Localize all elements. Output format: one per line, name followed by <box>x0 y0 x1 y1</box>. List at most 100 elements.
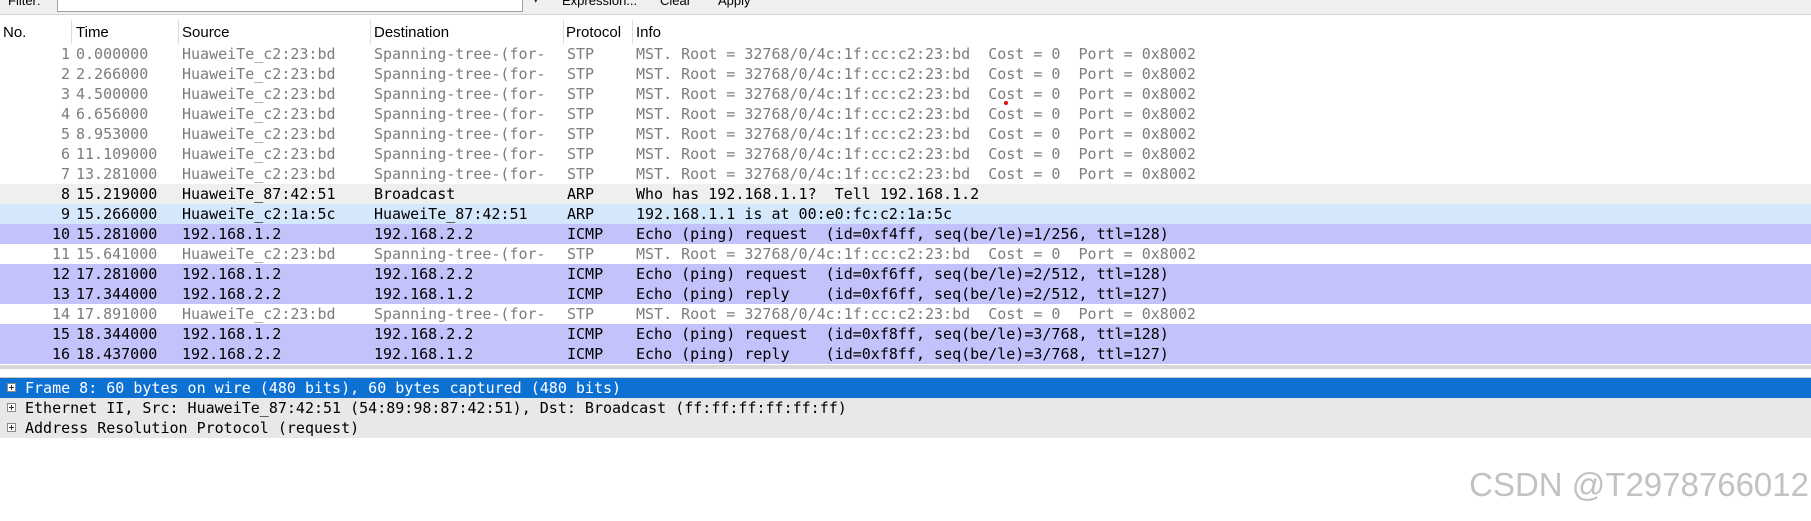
cell-destination: Broadcast <box>374 185 456 203</box>
detail-tree-item[interactable]: Address Resolution Protocol (request) <box>0 418 1811 438</box>
cell-source: 192.168.2.2 <box>182 285 282 303</box>
table-row[interactable]: 3 4.500000 HuaweiTe_c2:23:bd Spanning-tree-… <box>0 84 1811 104</box>
cell-source: HuaweiTe_c2:23:bd <box>182 65 336 83</box>
cell-no: 13 <box>51 285 70 303</box>
table-row[interactable]: 11 15.641000 HuaweiTe_c2:23:bd Spanning-tre… <box>0 244 1811 264</box>
table-row[interactable]: 8 15.219000 HuaweiTe_87:42:51 Broadcast ARP W… <box>0 184 1811 204</box>
cell-protocol: STP <box>567 125 595 143</box>
cell-info: MST. Root = 32768/0/4c:1f:cc:c2:23:bd Co… <box>636 45 1196 63</box>
table-row[interactable]: 2 2.266000 HuaweiTe_c2:23:bd Spanning-tree-… <box>0 64 1811 84</box>
cell-destination: Spanning-tree-(for- <box>374 65 546 83</box>
filter-input[interactable] <box>57 0 523 12</box>
cell-source: HuaweiTe_c2:1a:5c <box>182 205 336 223</box>
detail-tree-item[interactable]: Frame 8: 60 bytes on wire (480 bits), 60… <box>0 378 1811 398</box>
cell-destination: Spanning-tree-(for- <box>374 45 546 63</box>
pane-splitter[interactable] <box>0 365 1811 369</box>
cell-destination: Spanning-tree-(for- <box>374 85 546 103</box>
cell-protocol: STP <box>567 245 595 263</box>
cell-protocol: STP <box>567 145 595 163</box>
table-row[interactable]: 12 17.281000 192.168.1.2 192.168.2.2 ICMP Ech… <box>0 264 1811 284</box>
column-header-time[interactable]: Time <box>76 24 109 41</box>
expression-button[interactable]: Expression... <box>562 0 637 8</box>
cell-time: 15.641000 <box>76 245 158 263</box>
clear-button[interactable]: Clear <box>660 0 691 8</box>
cell-no: 11 <box>51 245 70 263</box>
cell-destination: 192.168.2.2 <box>374 265 474 283</box>
table-row[interactable]: 1 0.000000 HuaweiTe_c2:23:bd Spanning-tree-… <box>0 44 1811 64</box>
cell-time: 8.953000 <box>76 125 149 143</box>
cell-no: 6 <box>60 145 70 163</box>
detail-tree-label: Ethernet II, Src: HuaweiTe_87:42:51 (54:… <box>25 399 847 417</box>
detail-tree-item[interactable]: Ethernet II, Src: HuaweiTe_87:42:51 (54:… <box>0 398 1811 418</box>
cell-source: HuaweiTe_c2:23:bd <box>182 245 336 263</box>
table-row[interactable]: 10 15.281000 192.168.1.2 192.168.2.2 ICMP Ech… <box>0 224 1811 244</box>
cell-protocol: STP <box>567 45 595 63</box>
column-divider[interactable] <box>563 20 564 44</box>
cell-no: 1 <box>60 45 70 63</box>
cell-source: HuaweiTe_c2:23:bd <box>182 45 336 63</box>
column-divider[interactable] <box>370 20 371 44</box>
cell-no: 15 <box>51 325 70 343</box>
column-header-no[interactable]: No. <box>3 24 26 41</box>
cell-no: 3 <box>60 85 70 103</box>
cell-info: Echo (ping) reply (id=0xf8ff, seq(be/le)… <box>636 345 1169 363</box>
cell-protocol: STP <box>567 85 595 103</box>
cell-destination: 192.168.2.2 <box>374 325 474 343</box>
column-header-destination[interactable]: Destination <box>374 24 449 41</box>
cell-no: 7 <box>60 165 70 183</box>
cell-time: 17.344000 <box>76 285 158 303</box>
cell-no: 2 <box>60 65 70 83</box>
packet-list: 1 0.000000 HuaweiTe_c2:23:bd Spanning-tree-… <box>0 44 1811 369</box>
cell-protocol: ARP <box>567 205 595 223</box>
cell-source: 192.168.2.2 <box>182 345 282 363</box>
cell-source: HuaweiTe_c2:23:bd <box>182 165 336 183</box>
cell-protocol: STP <box>567 305 595 323</box>
table-row[interactable]: 14 17.891000 HuaweiTe_c2:23:bd Spanning-tre… <box>0 304 1811 324</box>
filter-toolbar: Filter: ▾ Expression... Clear Apply <box>0 0 1811 15</box>
cell-source: HuaweiTe_c2:23:bd <box>182 125 336 143</box>
table-row[interactable]: 6 11.109000 HuaweiTe_c2:23:bd Spanning-tree… <box>0 144 1811 164</box>
column-header-protocol[interactable]: Protocol <box>566 24 621 41</box>
cell-destination: Spanning-tree-(for- <box>374 145 546 163</box>
cell-info: Echo (ping) request (id=0xf4ff, seq(be/l… <box>636 225 1169 243</box>
table-row[interactable]: 13 17.344000 192.168.2.2 192.168.1.2 ICMP Ech… <box>0 284 1811 304</box>
cell-info: MST. Root = 32768/0/4c:1f:cc:c2:23:bd Co… <box>636 165 1196 183</box>
column-divider[interactable] <box>632 20 633 44</box>
apply-button[interactable]: Apply <box>718 0 751 8</box>
column-divider[interactable] <box>178 20 179 44</box>
cell-no: 4 <box>60 105 70 123</box>
table-row[interactable]: 7 13.281000 HuaweiTe_c2:23:bd Spanning-tree… <box>0 164 1811 184</box>
cell-time: 2.266000 <box>76 65 149 83</box>
cell-time: 6.656000 <box>76 105 149 123</box>
table-row[interactable]: 5 8.953000 HuaweiTe_c2:23:bd Spanning-tree-… <box>0 124 1811 144</box>
plus-box-icon[interactable] <box>7 403 16 412</box>
table-row[interactable]: 9 15.266000 HuaweiTe_c2:1a:5c HuaweiTe_87:4… <box>0 204 1811 224</box>
cell-time: 0.000000 <box>76 45 149 63</box>
cell-time: 17.891000 <box>76 305 158 323</box>
cell-source: 192.168.1.2 <box>182 225 282 243</box>
packet-list-header: No. Time Source Destination Protocol Inf… <box>0 20 1811 45</box>
cell-time: 13.281000 <box>76 165 158 183</box>
column-header-info[interactable]: Info <box>636 24 661 41</box>
detail-tree-label: Frame 8: 60 bytes on wire (480 bits), 60… <box>25 379 622 397</box>
cell-info: MST. Root = 32768/0/4c:1f:cc:c2:23:bd Co… <box>636 105 1196 123</box>
filter-dropdown-icon[interactable]: ▾ <box>533 0 539 6</box>
cell-source: HuaweiTe_c2:23:bd <box>182 105 336 123</box>
column-divider[interactable] <box>71 20 72 44</box>
cursor-dot <box>1004 101 1008 105</box>
plus-box-icon[interactable] <box>7 423 16 432</box>
table-row[interactable]: 15 18.344000 192.168.1.2 192.168.2.2 ICMP Ech… <box>0 324 1811 344</box>
plus-box-icon[interactable] <box>7 383 16 392</box>
cell-source: 192.168.1.2 <box>182 325 282 343</box>
table-row[interactable]: 16 18.437000 192.168.2.2 192.168.1.2 ICMP Ech… <box>0 344 1811 364</box>
cell-destination: 192.168.1.2 <box>374 285 474 303</box>
cell-source: 192.168.1.2 <box>182 265 282 283</box>
watermark: CSDN @T2978766012 <box>1469 466 1809 503</box>
cell-source: HuaweiTe_c2:23:bd <box>182 85 336 103</box>
cell-info: Echo (ping) reply (id=0xf6ff, seq(be/le)… <box>636 285 1169 303</box>
cell-time: 15.281000 <box>76 225 158 243</box>
table-row[interactable]: 4 6.656000 HuaweiTe_c2:23:bd Spanning-tree-… <box>0 104 1811 124</box>
cell-info: MST. Root = 32768/0/4c:1f:cc:c2:23:bd Co… <box>636 125 1196 143</box>
column-header-source[interactable]: Source <box>182 24 230 41</box>
cell-time: 18.437000 <box>76 345 158 363</box>
